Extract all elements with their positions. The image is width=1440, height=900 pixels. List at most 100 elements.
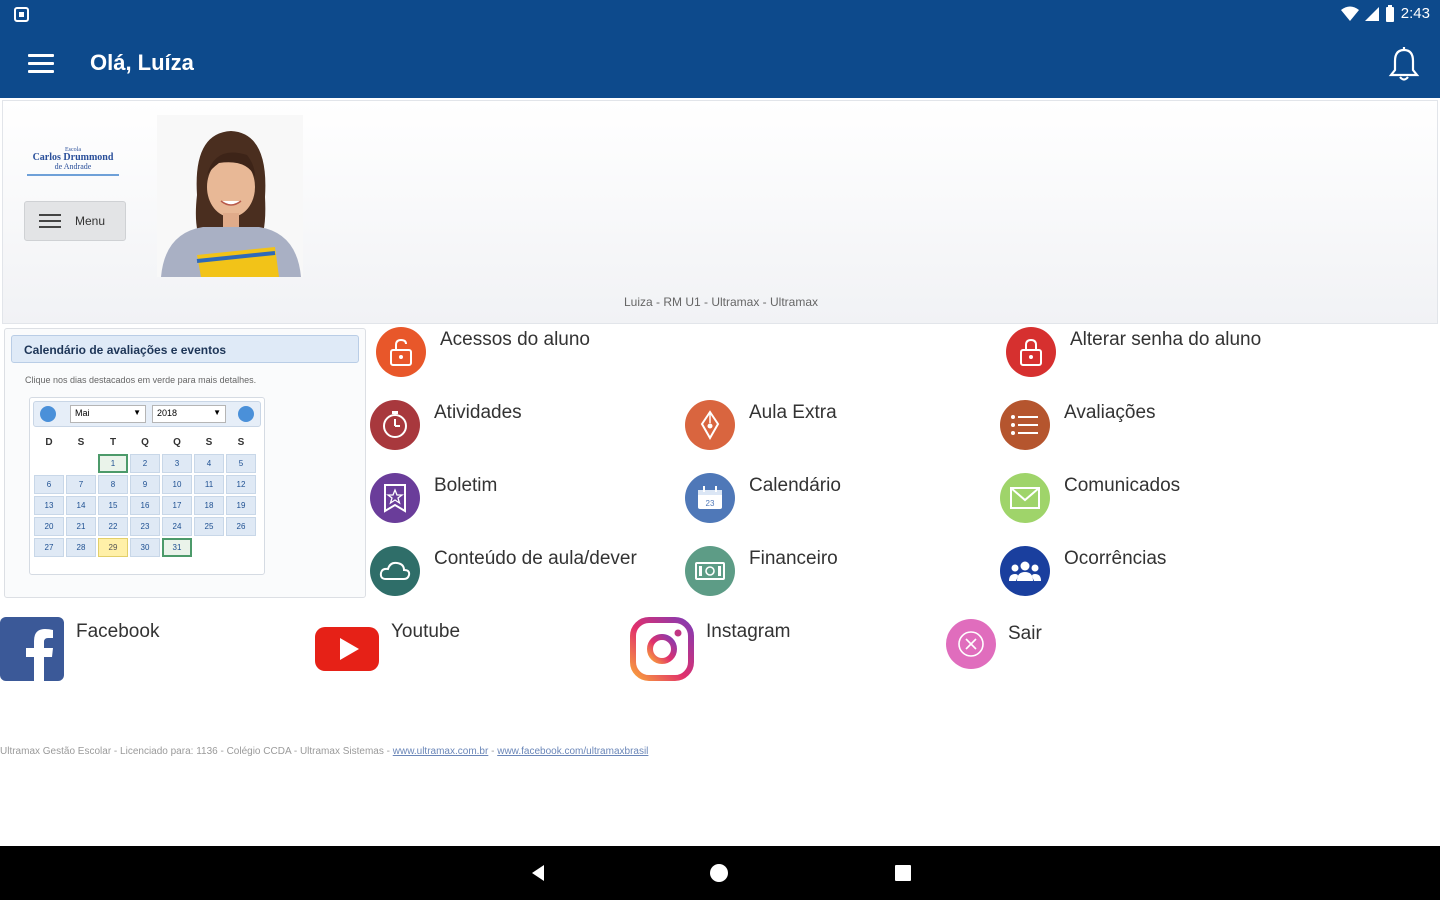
menu-button[interactable]: Menu xyxy=(24,201,126,241)
calendar-day[interactable]: 3 xyxy=(162,454,192,473)
menu-item-financeiro[interactable]: Financeiro xyxy=(685,546,838,596)
weekday-header: S xyxy=(237,436,245,448)
instagram-link[interactable]: Instagram xyxy=(630,617,790,681)
sair-button[interactable]: Sair xyxy=(946,619,1042,669)
calendar-day[interactable]: 20 xyxy=(34,517,64,536)
calendar-empty-cell xyxy=(194,538,224,557)
menu-item-label: Comunicados xyxy=(1064,475,1181,496)
recents-icon[interactable] xyxy=(893,863,913,883)
menu-item-label: Alterar senha do aluno xyxy=(1070,329,1262,350)
calendar-day[interactable]: 24 xyxy=(162,517,192,536)
status-icons: 2:43 xyxy=(1340,5,1430,22)
calendar-day[interactable]: 10 xyxy=(162,475,192,494)
app-bar: Olá, Luíza xyxy=(0,30,1440,98)
star-document-icon xyxy=(370,473,420,523)
calendar-day[interactable]: 27 xyxy=(34,538,64,557)
system-nav-bar xyxy=(0,846,1440,900)
calendar-day[interactable]: 1 xyxy=(98,454,128,473)
calendar-panel-title: Calendário de avaliações e eventos xyxy=(11,335,359,363)
menu-icon xyxy=(39,210,61,232)
menu-item-label: Avaliações xyxy=(1064,402,1156,423)
facebook-icon xyxy=(0,617,64,681)
calendar-day[interactable]: 21 xyxy=(66,517,96,536)
calendar-day[interactable]: 25 xyxy=(194,517,224,536)
stopwatch-icon xyxy=(370,400,420,450)
calendar-empty-cell xyxy=(226,538,256,557)
youtube-icon xyxy=(315,627,379,671)
month-select[interactable]: Mai ▼ xyxy=(70,405,146,423)
calendar-day[interactable]: 15 xyxy=(98,496,128,515)
menu-item-boletim[interactable]: Boletim xyxy=(370,473,497,523)
menu-item-acessos[interactable]: Acessos do aluno xyxy=(376,327,590,377)
calendar-day[interactable]: 29 xyxy=(98,538,128,557)
calendar-nav: Mai ▼ 2018 ▼ xyxy=(33,401,261,427)
menu-item-atividades[interactable]: Atividades xyxy=(370,400,522,450)
menu-item-label: Aula Extra xyxy=(749,402,837,423)
calendar-day[interactable]: 9 xyxy=(130,475,160,494)
calendar-day[interactable]: 28 xyxy=(66,538,96,557)
calendar-day[interactable]: 23 xyxy=(130,517,160,536)
school-logo: Escola Carlos Drummond de Andrade xyxy=(23,147,123,183)
menu-item-alterar-senha[interactable]: Alterar senha do aluno xyxy=(1006,327,1261,377)
menu-item-avaliacoes[interactable]: Avaliações xyxy=(1000,400,1156,450)
footer-text: Ultramax Gestão Escolar - Licenciado par… xyxy=(0,746,390,757)
menu-item-label: Boletim xyxy=(434,475,498,496)
calendar-day[interactable]: 16 xyxy=(130,496,160,515)
calendar-panel: Calendário de avaliações e eventos Cliqu… xyxy=(4,328,366,598)
hamburger-menu-icon[interactable] xyxy=(28,54,54,74)
user-info: Luiza - RM U1 - Ultramax - Ultramax xyxy=(623,295,819,309)
bell-icon[interactable] xyxy=(1386,44,1422,84)
year-select[interactable]: 2018 ▼ xyxy=(152,405,226,423)
instagram-label: Instagram xyxy=(706,621,791,642)
calendar-empty-cell xyxy=(34,454,64,473)
people-icon xyxy=(1000,546,1050,596)
menu-item-conteudo[interactable]: Conteúdo de aula/dever xyxy=(370,546,637,596)
next-month-icon[interactable] xyxy=(238,406,254,422)
notification-icon xyxy=(14,7,29,22)
weekday-header: Q xyxy=(141,436,149,448)
status-bar: 2:43 xyxy=(0,0,1440,30)
footer-link-site[interactable]: www.ultramax.com.br xyxy=(393,746,489,757)
menu-item-label: Acessos do aluno xyxy=(440,329,590,350)
calendar-day[interactable]: 7 xyxy=(66,475,96,494)
calendar-day[interactable]: 13 xyxy=(34,496,64,515)
prev-month-icon[interactable] xyxy=(40,406,56,422)
money-icon xyxy=(685,546,735,596)
close-icon xyxy=(946,619,996,669)
calendar-day[interactable]: 11 xyxy=(194,475,224,494)
calendar-day[interactable]: 18 xyxy=(194,496,224,515)
calendar-day[interactable]: 12 xyxy=(226,475,256,494)
menu-item-calendario[interactable]: 23 Calendário xyxy=(685,473,841,523)
weekday-header: S xyxy=(205,436,213,448)
home-icon[interactable] xyxy=(709,863,729,883)
calendar-day[interactable]: 5 xyxy=(226,454,256,473)
menu-item-label: Financeiro xyxy=(749,548,838,569)
facebook-label: Facebook xyxy=(76,621,160,642)
padlock-open-icon xyxy=(376,327,426,377)
calendar-icon: 23 xyxy=(685,473,735,523)
calendar-day[interactable]: 31 xyxy=(162,538,192,557)
calendar-day[interactable]: 17 xyxy=(162,496,192,515)
calendar-day[interactable]: 30 xyxy=(130,538,160,557)
menu-item-ocorrencias[interactable]: Ocorrências xyxy=(1000,546,1166,596)
back-icon[interactable] xyxy=(528,863,548,883)
menu-item-comunicados[interactable]: Comunicados xyxy=(1000,473,1180,523)
weekday-header: S xyxy=(77,436,85,448)
footer-link-facebook[interactable]: www.facebook.com/ultramaxbrasil xyxy=(497,746,648,757)
menu-item-label: Atividades xyxy=(434,402,522,423)
calendar-day[interactable]: 26 xyxy=(226,517,256,536)
calendar-day[interactable]: 14 xyxy=(66,496,96,515)
calendar-day[interactable]: 19 xyxy=(226,496,256,515)
facebook-link[interactable]: Facebook xyxy=(0,617,159,681)
calendar-day[interactable]: 4 xyxy=(194,454,224,473)
pen-nib-icon xyxy=(685,400,735,450)
calendar-day[interactable]: 22 xyxy=(98,517,128,536)
calendar-day[interactable]: 6 xyxy=(34,475,64,494)
wifi-icon xyxy=(1340,6,1359,21)
calendar-day[interactable]: 2 xyxy=(130,454,160,473)
youtube-link[interactable]: Youtube xyxy=(315,617,460,681)
footer: Ultramax Gestão Escolar - Licenciado par… xyxy=(0,746,648,757)
menu-item-aula-extra[interactable]: Aula Extra xyxy=(685,400,837,450)
weekday-header: T xyxy=(109,436,117,448)
calendar-day[interactable]: 8 xyxy=(98,475,128,494)
